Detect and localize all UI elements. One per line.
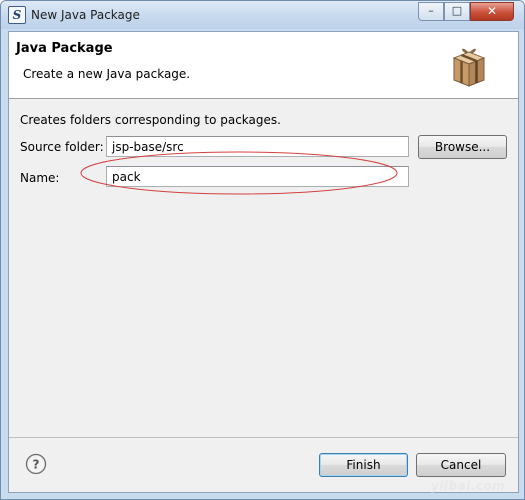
window-title: New Java Package xyxy=(31,8,140,22)
dialog-client: Java Package Create a new Java package. … xyxy=(8,31,519,493)
minimize-button[interactable]: – xyxy=(418,2,444,21)
name-field[interactable]: pack xyxy=(106,166,409,187)
svg-text:?: ? xyxy=(33,458,40,472)
finish-button[interactable]: Finish xyxy=(319,453,408,477)
close-button[interactable]: ✕ xyxy=(470,2,514,21)
dialog-window: S New Java Package – □ ✕ Java Package Cr… xyxy=(0,0,525,500)
package-icon xyxy=(452,48,486,87)
maximize-button[interactable]: □ xyxy=(444,2,470,21)
info-text: Creates folders corresponding to package… xyxy=(20,113,281,127)
wizard-banner: Java Package Create a new Java package. xyxy=(9,32,518,99)
cancel-button[interactable]: Cancel xyxy=(416,453,506,477)
source-folder-field[interactable]: jsp-base/src xyxy=(106,136,409,157)
browse-button[interactable]: Browse... xyxy=(418,135,507,159)
footer-separator xyxy=(9,437,518,438)
name-label: Name: xyxy=(20,171,60,185)
watermark: yiibai.com xyxy=(431,479,506,493)
source-folder-label: Source folder: xyxy=(20,140,104,154)
title-bar[interactable]: S New Java Package – □ ✕ xyxy=(1,1,524,29)
banner-title: Java Package xyxy=(16,41,113,56)
banner-description: Create a new Java package. xyxy=(23,67,191,81)
eclipse-icon: S xyxy=(8,6,26,24)
help-icon[interactable]: ? xyxy=(25,453,47,475)
